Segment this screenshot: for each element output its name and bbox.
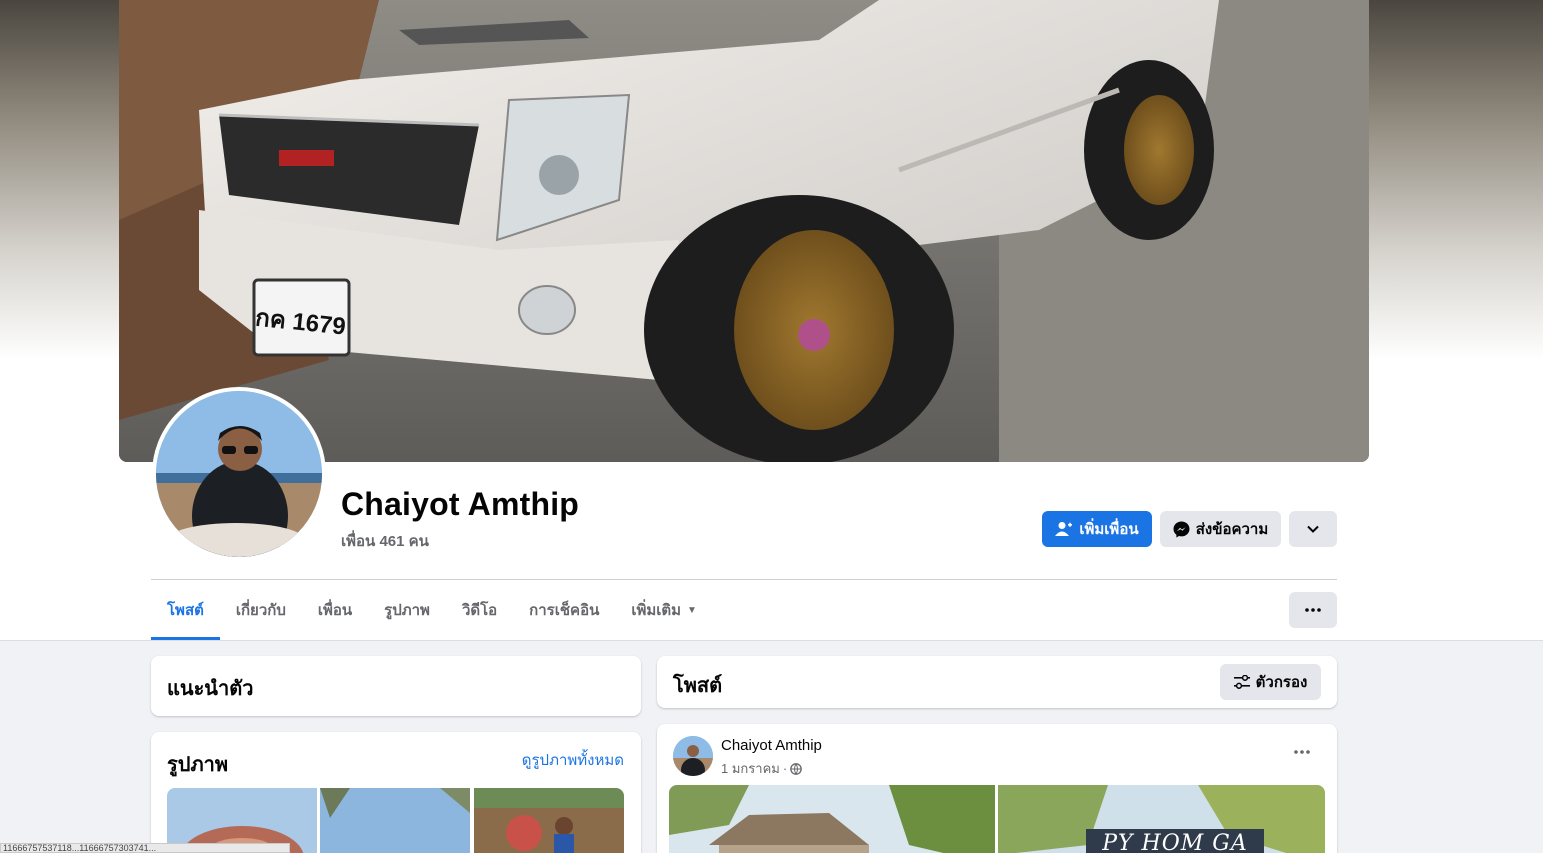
tab-posts[interactable]: โพสต์ [151, 580, 220, 640]
tab-label: โพสต์ [167, 602, 204, 619]
message-label: ส่งข้อความ [1195, 521, 1269, 538]
post-author-name[interactable]: Chaiyot Amthip [721, 737, 822, 754]
post-author-avatar[interactable] [673, 736, 713, 776]
filter-label: ตัวกรอง [1255, 674, 1308, 691]
tab-friends[interactable]: เพื่อน [302, 580, 368, 640]
tab-label: เพิ่มเติม [631, 602, 682, 619]
tab-photos[interactable]: รูปภาพ [368, 580, 446, 640]
tab-label: เกี่ยวกับ [235, 602, 286, 619]
photo-thumb[interactable] [474, 788, 624, 853]
chevron-down-icon [1307, 525, 1319, 533]
intro-title: แนะนำตัว [167, 678, 254, 700]
post-options-button[interactable] [1287, 742, 1317, 762]
cover-photo-image: กค 1679 [119, 0, 1369, 462]
messenger-icon [1173, 521, 1190, 537]
filter-icon [1233, 675, 1250, 689]
profile-avatar[interactable] [152, 387, 326, 561]
add-friend-button[interactable]: เพิ่มเพื่อน [1042, 511, 1152, 547]
photo-thumb[interactable] [320, 788, 470, 853]
cover-photo[interactable]: กค 1679 [119, 0, 1369, 462]
message-button[interactable]: ส่งข้อความ [1160, 511, 1281, 547]
tab-more[interactable]: เพิ่มเติม ▼ [615, 580, 713, 640]
status-url-bar: 11666757537118...11666757303741... [0, 843, 290, 853]
more-icon [1305, 608, 1321, 612]
add-friend-icon [1055, 522, 1073, 536]
tab-checkins[interactable]: การเช็คอิน [513, 580, 615, 640]
tab-label: การเช็คอิน [529, 602, 600, 619]
avatar-image [673, 736, 713, 776]
separator-dot: · [782, 761, 788, 776]
more-actions-dropdown[interactable] [1289, 511, 1337, 547]
photo-thumb-image [320, 788, 470, 853]
globe-icon [790, 762, 803, 775]
photos-card: รูปภาพ ดูรูปภาพทั้งหมด [151, 732, 641, 853]
photos-title: รูปภาพ [167, 754, 229, 776]
add-friend-label: เพิ่มเพื่อน [1079, 521, 1139, 538]
tab-label: เพื่อน [317, 602, 353, 619]
post-date[interactable]: 1 มกราคม [721, 758, 780, 779]
see-all-photos-link[interactable]: ดูรูปภาพทั้งหมด [522, 748, 624, 772]
profile-name: Chaiyot Amthip [341, 486, 580, 522]
post-photo[interactable]: PY HOM GA [998, 785, 1325, 853]
more-icon [1294, 750, 1310, 754]
intro-card: แนะนำตัว [151, 656, 641, 716]
tab-videos[interactable]: วิดีโอ [446, 580, 513, 640]
posts-title: โพสต์ [673, 675, 723, 697]
tab-label: รูปภาพ [384, 602, 430, 619]
post-meta: 1 มกราคม · [721, 758, 803, 779]
post-photo[interactable] [669, 785, 995, 853]
tabs-more-button[interactable] [1289, 592, 1337, 628]
friend-count[interactable]: เพื่อน 461 คน [341, 529, 429, 553]
tab-label: วิดีโอ [461, 602, 498, 619]
tab-about[interactable]: เกี่ยวกับ [220, 580, 302, 640]
avatar-image [156, 391, 322, 557]
filter-button[interactable]: ตัวกรอง [1220, 664, 1321, 700]
post-photo-sign-text: PY HOM GA [1102, 831, 1248, 853]
profile-header: กค 1679 Chaiyot Amthip เพื่อน 461 คน เพิ… [0, 0, 1543, 641]
post-card: Chaiyot Amthip 1 มกราคม · PY HOM GA [657, 724, 1337, 853]
photo-thumb-image [474, 788, 624, 853]
caret-down-icon: ▼ [687, 604, 697, 616]
profile-tabs: โพสต์ เกี่ยวกับ เพื่อน รูปภาพ วิดีโอ การ… [151, 580, 713, 640]
posts-header-card: โพสต์ ตัวกรอง [657, 656, 1337, 708]
post-photo-image [669, 785, 995, 853]
